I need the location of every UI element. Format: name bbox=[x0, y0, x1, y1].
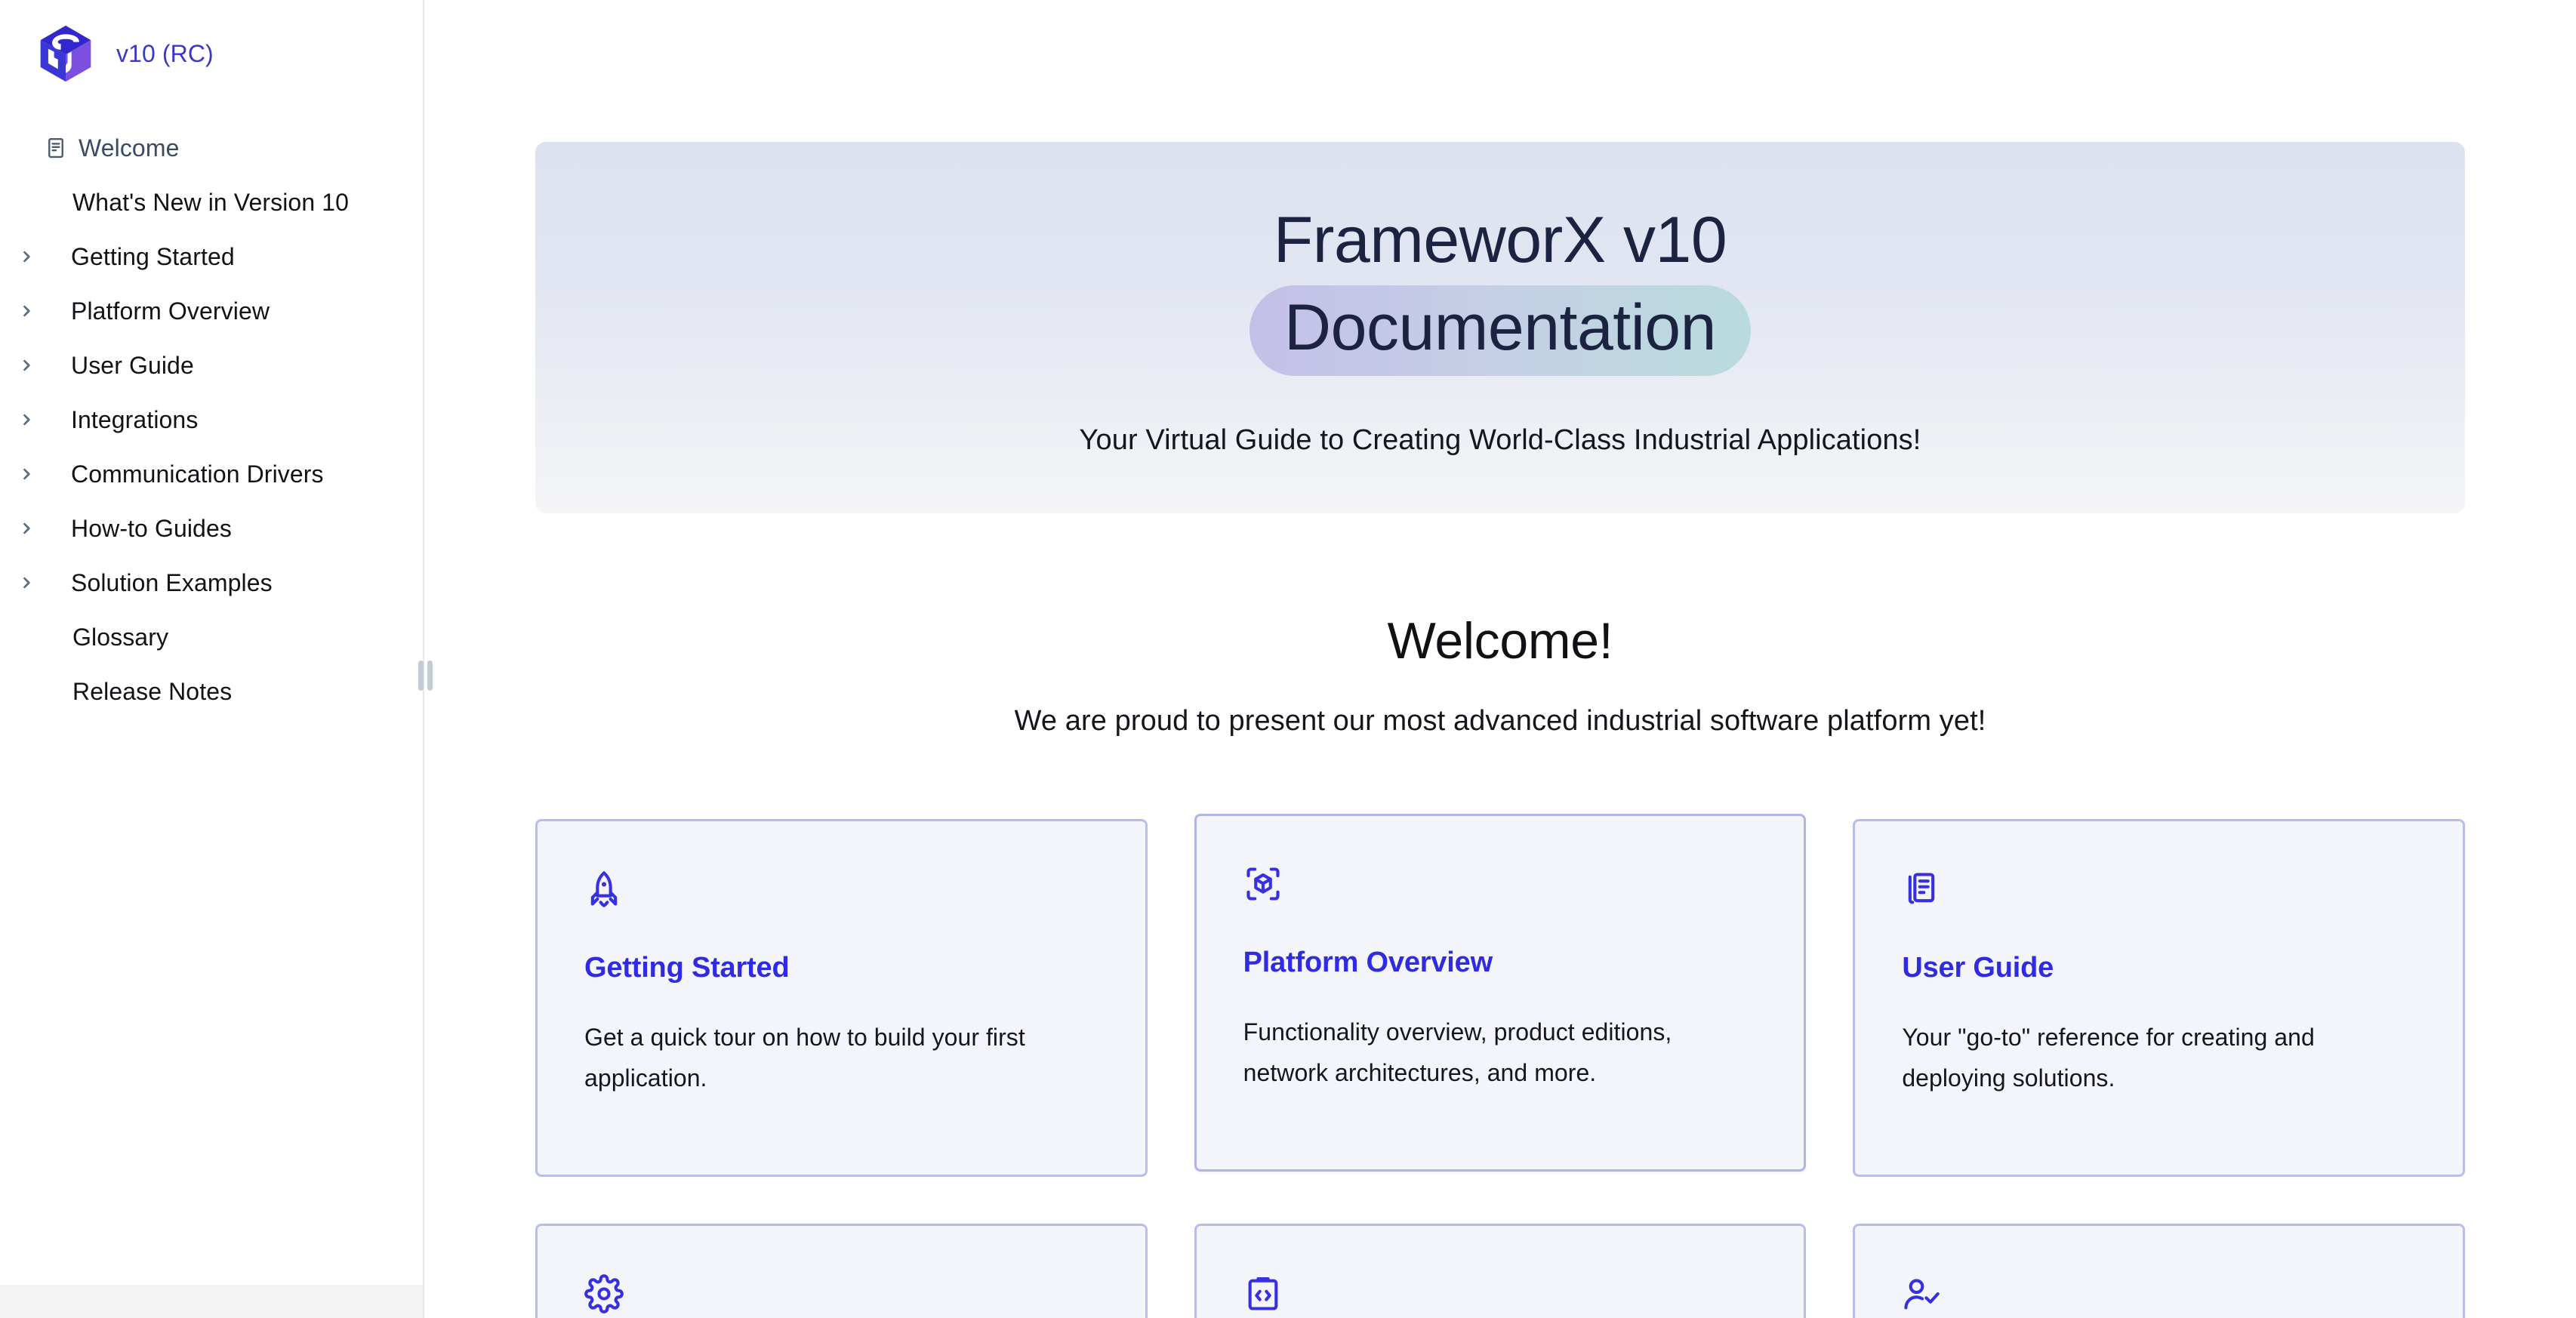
sidebar-item-label: What's New in Version 10 bbox=[72, 188, 350, 216]
main-content: FrameworX v10 Documentation Your Virtual… bbox=[424, 0, 2576, 1318]
sidebar-item-label: Integrations bbox=[71, 405, 199, 433]
code-clipboard-icon bbox=[1243, 1274, 1758, 1317]
sidebar-item-label: Communication Drivers bbox=[71, 460, 324, 488]
content-container: FrameworX v10 Documentation Your Virtual… bbox=[535, 0, 2465, 1318]
sidebar-item-label: Platform Overview bbox=[71, 297, 270, 325]
card-platform-overview[interactable]: Platform Overview Functionality overview… bbox=[1194, 814, 1807, 1172]
card-description: Get a quick tour on how to build your fi… bbox=[584, 1024, 1025, 1092]
card-title: Getting Started bbox=[584, 952, 790, 984]
hero-title-line1: FrameworX v10 bbox=[1273, 204, 1727, 276]
hero-banner: FrameworX v10 Documentation Your Virtual… bbox=[535, 142, 2465, 513]
sidebar-item-getting-started[interactable]: Getting Started bbox=[0, 229, 423, 284]
rocket-icon bbox=[584, 870, 1098, 913]
chevron-right-icon[interactable] bbox=[14, 249, 39, 264]
card-title: Platform Overview bbox=[1243, 947, 1493, 978]
sidebar-resize-handle[interactable] bbox=[417, 658, 433, 693]
sidebar-item-release-notes[interactable]: Release Notes bbox=[0, 664, 423, 719]
card-user-guide[interactable]: User Guide Your "go-to" reference for cr… bbox=[1853, 819, 2465, 1177]
chevron-right-icon[interactable] bbox=[14, 521, 39, 536]
sidebar-item-how-to-guides[interactable]: How-to Guides bbox=[0, 501, 423, 556]
sidebar-item-communication-drivers[interactable]: Communication Drivers bbox=[0, 447, 423, 501]
sidebar: v10 (RC) Welcome What's New in Version 1… bbox=[0, 0, 424, 1318]
sidebar-item-label: User Guide bbox=[71, 351, 194, 379]
card-row2-col2[interactable] bbox=[1194, 1224, 1807, 1318]
file-text-icon bbox=[39, 137, 72, 159]
sidebar-item-label: Release Notes bbox=[72, 677, 233, 705]
welcome-heading: Welcome! bbox=[1387, 612, 1613, 670]
card-row2-col1[interactable] bbox=[535, 1224, 1148, 1318]
sidebar-nav: Welcome What's New in Version 10 Getting… bbox=[0, 107, 423, 719]
card-description: Functionality overview, product editions… bbox=[1243, 1018, 1672, 1086]
sidebar-item-whats-new[interactable]: What's New in Version 10 bbox=[0, 175, 423, 229]
user-check-icon bbox=[1902, 1274, 2416, 1317]
sidebar-item-label: Solution Examples bbox=[71, 568, 273, 596]
sidebar-item-user-guide[interactable]: User Guide bbox=[0, 338, 423, 393]
chevron-right-icon[interactable] bbox=[14, 412, 39, 427]
sidebar-item-label: Welcome bbox=[79, 134, 180, 162]
hero-title: FrameworX v10 Documentation bbox=[1249, 199, 1751, 376]
welcome-paragraph: We are proud to present our most advance… bbox=[1014, 705, 1986, 737]
cube-scan-icon bbox=[1243, 864, 1758, 907]
cog-icon bbox=[584, 1274, 1098, 1317]
brand-header[interactable]: v10 (RC) bbox=[0, 0, 423, 107]
sidebar-footer-bar bbox=[0, 1285, 423, 1318]
sidebar-item-platform-overview[interactable]: Platform Overview bbox=[0, 284, 423, 338]
resize-grip-bar bbox=[418, 661, 424, 691]
card-description: Your "go-to" reference for creating and … bbox=[1902, 1024, 2315, 1092]
cube-logo-icon bbox=[40, 25, 91, 82]
resize-grip-bar bbox=[427, 661, 433, 691]
card-row2-col3[interactable] bbox=[1853, 1224, 2465, 1318]
card-getting-started[interactable]: Getting Started Get a quick tour on how … bbox=[535, 819, 1148, 1177]
hero-subtitle: Your Virtual Guide to Creating World-Cla… bbox=[1079, 423, 1921, 456]
chevron-right-icon[interactable] bbox=[14, 303, 39, 319]
book-copy-icon bbox=[1902, 870, 2416, 913]
chevron-right-icon[interactable] bbox=[14, 575, 39, 590]
brand-version-label: v10 (RC) bbox=[116, 39, 214, 67]
sidebar-item-glossary[interactable]: Glossary bbox=[0, 610, 423, 664]
chevron-right-icon[interactable] bbox=[14, 358, 39, 373]
hero-title-highlight: Documentation bbox=[1249, 285, 1751, 376]
sidebar-item-welcome[interactable]: Welcome bbox=[0, 121, 423, 175]
sidebar-scroll-area[interactable]: v10 (RC) Welcome What's New in Version 1… bbox=[0, 0, 423, 1285]
sidebar-item-label: Glossary bbox=[72, 623, 169, 651]
sidebar-item-integrations[interactable]: Integrations bbox=[0, 393, 423, 447]
sidebar-item-label: Getting Started bbox=[71, 242, 235, 270]
card-title: User Guide bbox=[1902, 952, 2054, 984]
feature-card-grid: Getting Started Get a quick tour on how … bbox=[535, 814, 2465, 1318]
sidebar-item-solution-examples[interactable]: Solution Examples bbox=[0, 556, 423, 610]
sidebar-item-label: How-to Guides bbox=[71, 514, 232, 542]
documentation-app: v10 (RC) Welcome What's New in Version 1… bbox=[0, 0, 2576, 1318]
chevron-right-icon[interactable] bbox=[14, 467, 39, 482]
